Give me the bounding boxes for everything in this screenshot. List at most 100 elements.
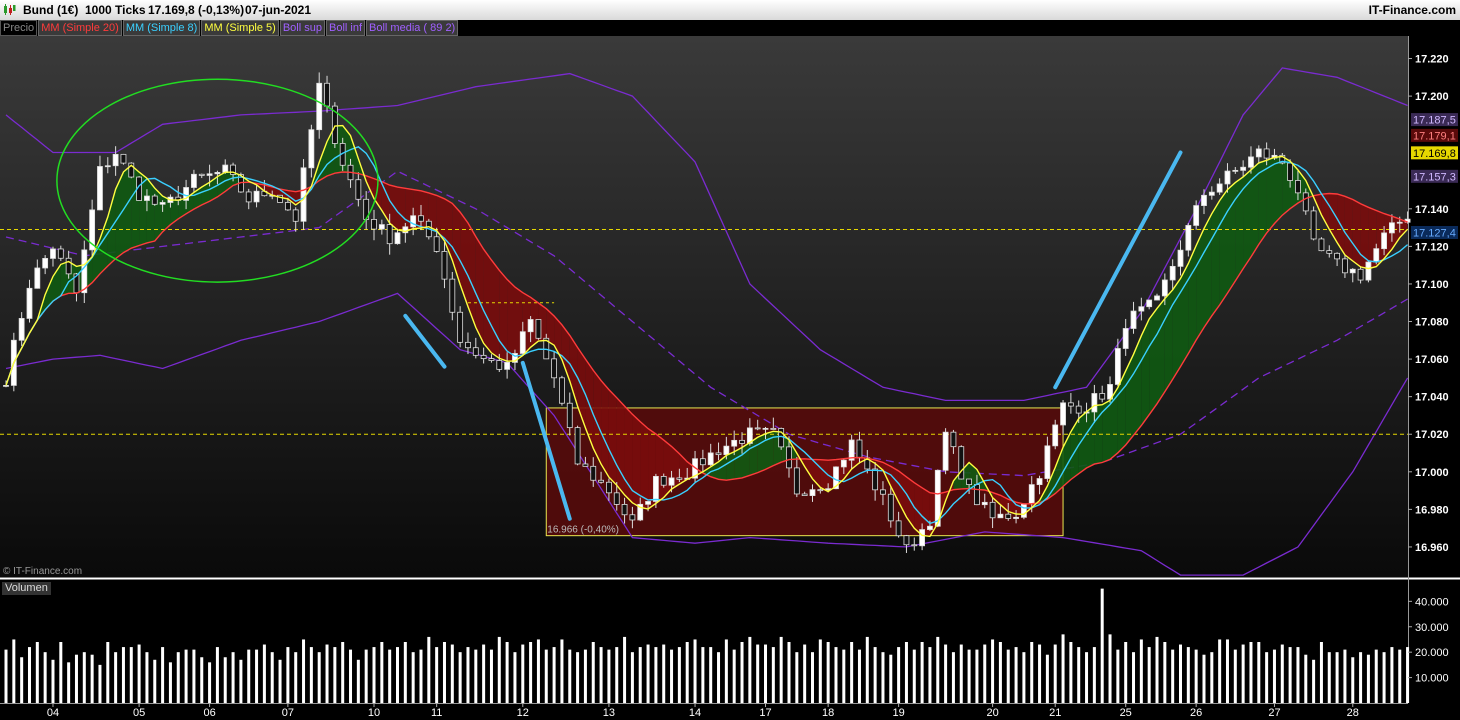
volume-bar xyxy=(1108,634,1112,703)
volume-bar xyxy=(482,644,486,703)
volume-bar xyxy=(278,659,282,703)
volume-bar xyxy=(670,649,674,703)
candle-body xyxy=(1060,402,1066,426)
candle-body xyxy=(42,258,49,269)
candle-body xyxy=(191,173,197,188)
volume-bar xyxy=(646,644,650,703)
volume-bar xyxy=(724,639,728,703)
candle-body xyxy=(1263,148,1270,159)
volume-bar xyxy=(168,662,172,703)
candle-body xyxy=(1028,484,1035,505)
candle-body xyxy=(519,331,526,354)
volume-bar xyxy=(1139,639,1143,703)
candle-body xyxy=(394,232,401,245)
candle-body xyxy=(1185,225,1192,251)
candle-body xyxy=(441,251,448,280)
volume-bar xyxy=(904,642,908,703)
volume-bar xyxy=(857,649,861,703)
price-badge-label: 17.127,4 xyxy=(1413,227,1456,239)
candle-body xyxy=(621,504,628,516)
volume-bar xyxy=(1077,647,1081,703)
ma-band-segment xyxy=(1360,203,1369,269)
volume-bar xyxy=(294,652,298,703)
candle-body xyxy=(731,439,738,447)
candle-body xyxy=(817,489,824,492)
volume-bar xyxy=(1382,652,1386,703)
volume-bar xyxy=(810,652,814,703)
volume-bar xyxy=(1233,649,1237,703)
time-tick-label: 06 xyxy=(203,707,215,719)
volume-bar xyxy=(1272,649,1276,703)
volume-bar xyxy=(701,647,705,703)
candle-body xyxy=(1075,405,1082,414)
ma-band-segment xyxy=(1180,263,1189,367)
candle-body xyxy=(574,427,581,465)
volume-bar xyxy=(536,639,540,703)
volume-bar xyxy=(223,657,227,703)
box-low-label: 16.966 (-0,40%) xyxy=(547,525,619,536)
volume-bar xyxy=(599,647,603,703)
volume-bar xyxy=(1280,644,1284,703)
candle-body xyxy=(112,153,119,167)
candle-body xyxy=(1044,445,1051,479)
volume-bar xyxy=(717,652,721,703)
ma-band-segment xyxy=(1086,405,1095,468)
volume-bar xyxy=(98,664,102,703)
candle-body xyxy=(1067,402,1074,407)
ma-band-segment xyxy=(663,440,672,498)
candle-body xyxy=(144,195,150,201)
candle-body xyxy=(950,431,957,448)
candle-body xyxy=(1326,250,1333,254)
price-tick-label: 17.220 xyxy=(1415,54,1449,66)
volume-bar xyxy=(1304,654,1308,703)
ma-band-segment xyxy=(742,442,750,478)
candle-body xyxy=(762,427,769,430)
volume-bar xyxy=(1218,639,1222,703)
volume-bar xyxy=(944,644,948,703)
volume-bar xyxy=(779,636,783,703)
candle-body xyxy=(911,544,918,547)
volume-bar xyxy=(325,644,329,703)
candle-body xyxy=(81,249,88,294)
candle-body xyxy=(104,165,111,168)
volume-bar xyxy=(396,647,399,703)
volume-bar xyxy=(27,647,31,703)
volume-bar xyxy=(450,644,454,703)
volume-bar xyxy=(1014,647,1018,703)
candle-body xyxy=(809,489,816,496)
volume-bar xyxy=(818,639,822,703)
candle-body xyxy=(198,173,205,176)
volume-bar xyxy=(458,652,462,703)
volume-bar xyxy=(403,642,407,703)
candle-body xyxy=(1091,393,1098,413)
volume-bar xyxy=(693,639,697,703)
volume-bar xyxy=(826,642,830,703)
time-tick-label: 20 xyxy=(986,707,998,719)
volume-bar xyxy=(121,647,125,703)
volume-bar xyxy=(184,649,188,703)
volume-bar xyxy=(247,649,251,703)
volume-bar xyxy=(1374,649,1378,703)
volume-bar xyxy=(654,647,658,703)
volume-bar xyxy=(1202,654,1206,703)
volume-bar xyxy=(497,636,501,703)
volume-bar xyxy=(560,639,564,703)
price-tick-label: 17.000 xyxy=(1415,467,1449,479)
volume-bar xyxy=(740,642,744,703)
volume-bar xyxy=(35,642,39,703)
candle-body xyxy=(895,520,902,537)
candle-body xyxy=(488,358,495,361)
candle-body xyxy=(652,476,659,502)
ma-band-segment xyxy=(389,185,398,230)
candle-body xyxy=(629,514,636,521)
candle-body xyxy=(18,318,25,341)
candle-body xyxy=(433,236,440,252)
volume-bar xyxy=(356,659,360,703)
time-tick-label: 04 xyxy=(47,707,59,719)
candle-body xyxy=(1373,248,1380,263)
volume-tick-label: 30.000 xyxy=(1415,622,1449,634)
price-chart[interactable]: 16.966 (-0,40%) 17.220 17.200 17.140 17.120… xyxy=(0,0,1460,720)
candle-body xyxy=(1216,183,1223,193)
candle-body xyxy=(1052,424,1059,447)
time-tick-label: 07 xyxy=(282,707,294,719)
